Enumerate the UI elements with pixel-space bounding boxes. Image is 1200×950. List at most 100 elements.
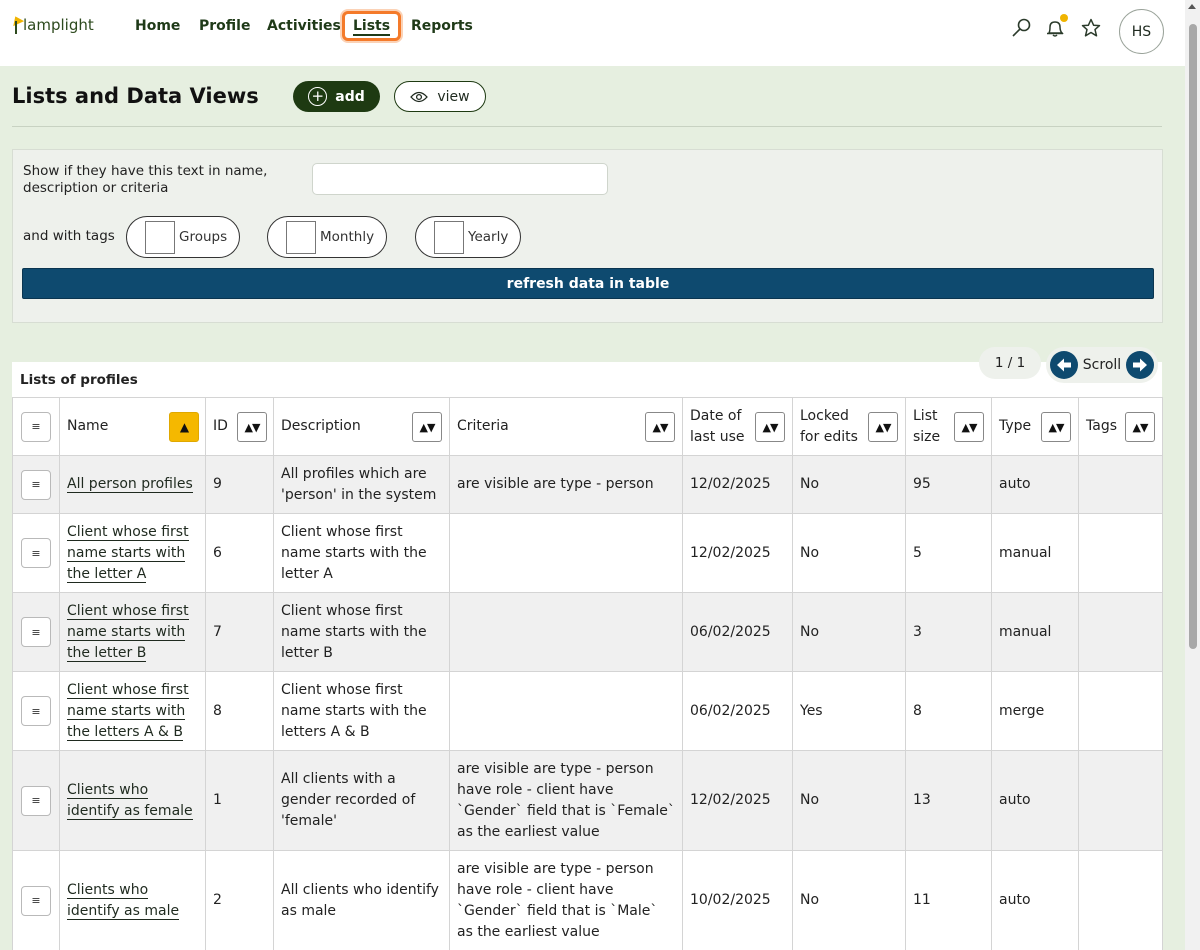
user-avatar[interactable]: HS [1119,9,1164,54]
sort-icon[interactable]: ▲▼ [645,412,675,442]
row-menu-icon[interactable]: ≡ [21,696,51,726]
lamplight-logo[interactable]: lamplight [10,16,94,34]
name-cell: All person profiles [59,455,206,514]
sort-icon[interactable]: ▲▼ [755,412,785,442]
tags-cell [1078,592,1163,672]
size-cell: 11 [905,850,992,950]
type-cell: merge [991,671,1079,751]
menu-icon[interactable]: ≡ [21,411,51,442]
nav-item-home[interactable]: Home [135,18,180,34]
tag-checkbox[interactable] [286,220,316,254]
row-menu-icon[interactable]: ≡ [21,785,51,816]
date-cell: 12/02/2025 [682,455,793,514]
description-cell: All clients with a gender recorded of 'f… [273,750,450,851]
list-name-link[interactable]: Client whose first name starts with the … [67,523,189,583]
sort-ascending-icon[interactable]: ▲ [169,412,199,442]
list-name-link[interactable]: Client whose first name starts with the … [67,602,189,662]
tags-cell [1078,850,1163,950]
plus-circle-icon: + [308,87,328,106]
list-name-link[interactable]: Clients who identify as male [67,881,180,920]
tag-toggle-yearly[interactable]: Yearly [415,216,521,258]
lists-table-container: Lists of profiles ≡ Name ▲ ID ▲▼ Descripti… [12,362,1163,950]
column-label: Type [999,418,1032,434]
locked-cell: No [792,513,906,593]
page-title: Lists and Data Views [12,84,259,108]
list-name-link[interactable]: All person profiles [67,476,193,493]
table-row: ≡ Client whose first name starts with th… [12,513,1163,593]
view-button-label: view [437,88,470,105]
sort-icon[interactable]: ▲▼ [1125,412,1155,442]
row-menu-cell: ≡ [12,671,60,751]
table-scroll-control: Scroll [1046,347,1158,383]
table-row: ≡ Clients who identify as male 2 All cli… [12,850,1163,950]
row-menu-icon[interactable]: ≡ [21,885,51,916]
type-cell: manual [991,592,1079,672]
tags-cell [1078,455,1163,514]
table-row: ≡ Client whose first name starts with th… [12,671,1163,751]
date-cell: 12/02/2025 [682,513,793,593]
page-scrollbar[interactable] [1185,0,1200,950]
row-menu-icon[interactable]: ≡ [21,469,51,500]
view-button[interactable]: view [394,81,486,112]
sort-icon[interactable]: ▲▼ [954,412,984,442]
add-button-label: add [335,88,365,105]
description-cell: Client whose first name starts with the … [273,513,450,593]
row-menu-icon[interactable]: ≡ [21,617,51,647]
refresh-table-button[interactable]: refresh data in table [22,268,1154,299]
description-cell: Client whose first name starts with the … [273,671,450,751]
locked-cell: No [792,592,906,672]
column-label: Tags [1086,418,1117,434]
nav-item-lists[interactable]: Lists [342,11,402,41]
tag-checkbox[interactable] [434,220,464,254]
nav-item-reports[interactable]: Reports [411,18,473,34]
tag-label: Monthly [320,229,375,245]
criteria-cell: are visible are type - person [449,455,683,514]
tag-label: Yearly [468,229,509,245]
sort-icon[interactable]: ▲▼ [237,412,267,442]
type-cell: manual [991,513,1079,593]
nav-item-profile[interactable]: Profile [199,18,250,34]
size-cell: 5 [905,513,992,593]
search-icon[interactable] [1010,17,1032,39]
list-name-link[interactable]: Client whose first name starts with the … [67,681,189,741]
description-cell: Client whose first name starts with the … [273,592,450,672]
sort-icon[interactable]: ▲▼ [412,412,442,442]
tag-toggle-groups[interactable]: Groups [126,216,240,258]
row-menu-icon[interactable]: ≡ [21,538,51,568]
sort-icon[interactable]: ▲▼ [1041,412,1071,442]
nav-item-activities[interactable]: Activities [267,18,341,34]
column-label: Name [67,418,109,434]
criteria-cell: are visible are type - person have role … [449,750,683,851]
date-cell: 06/02/2025 [682,592,793,672]
filter-panel: Show if they have this text in name, des… [12,149,1163,323]
column-label: ID [213,418,228,434]
type-cell: auto [991,750,1079,851]
column-label: Description [281,418,361,434]
sort-icon[interactable]: ▲▼ [868,412,898,442]
tag-toggle-monthly[interactable]: Monthly [267,216,387,258]
list-name-link[interactable]: Clients who identify as female [67,781,193,820]
locked-cell: Yes [792,671,906,751]
divider [12,126,1162,127]
column-header-type: Type ▲▼ [991,397,1079,456]
bell-icon[interactable] [1044,14,1068,39]
id-cell: 7 [205,592,274,672]
scrollbar-thumb[interactable] [1189,24,1197,649]
scroll-up-arrow-icon[interactable] [1188,4,1196,9]
column-label: List size [913,407,941,445]
name-cell: Client whose first name starts with the … [59,513,206,593]
text-filter-input[interactable] [312,163,608,195]
column-header-id: ID ▲▼ [205,397,274,456]
star-icon[interactable] [1080,17,1102,39]
tags-cell [1078,513,1163,593]
table-caption: Lists of profiles [20,372,138,388]
add-button[interactable]: + add [293,81,380,112]
id-cell: 6 [205,513,274,593]
eye-icon [410,91,429,102]
scroll-left-arrow-icon[interactable] [1050,351,1078,379]
type-cell: auto [991,850,1079,950]
name-cell: Client whose first name starts with the … [59,592,206,672]
logo-text: lamplight [23,16,94,34]
tag-checkbox[interactable] [145,220,175,254]
scroll-right-arrow-icon[interactable] [1125,351,1154,379]
